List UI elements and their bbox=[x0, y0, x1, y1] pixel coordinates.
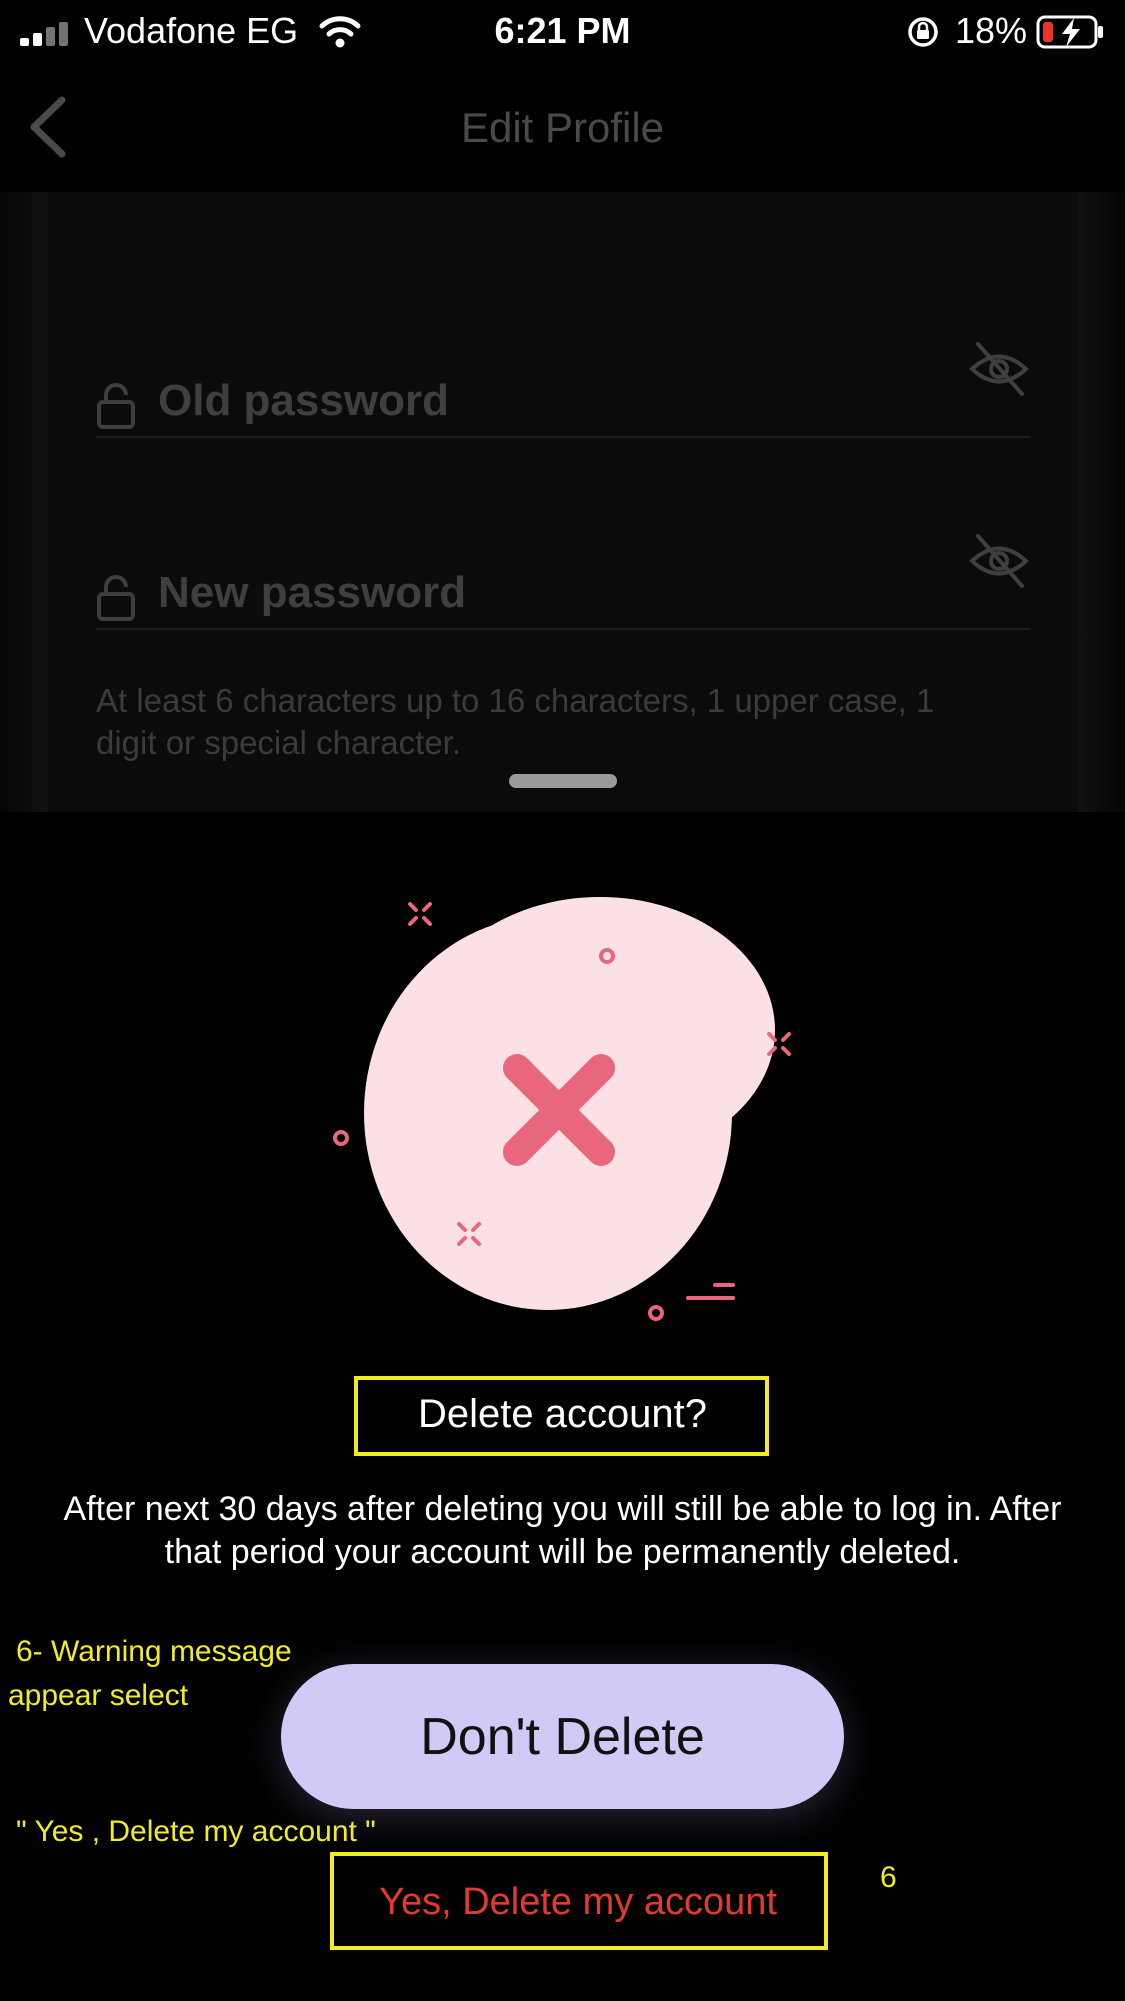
nav-header: Edit Profile bbox=[0, 70, 1125, 190]
page-title: Edit Profile bbox=[460, 104, 665, 151]
eye-off-icon[interactable] bbox=[968, 530, 1030, 592]
dash-decoration bbox=[686, 1283, 735, 1300]
lock-icon bbox=[97, 383, 135, 429]
sheet-drag-handle[interactable] bbox=[509, 774, 617, 788]
battery-percent: 18% bbox=[955, 10, 1028, 51]
eye-off-icon[interactable] bbox=[968, 338, 1030, 400]
battery-charging-icon bbox=[1036, 15, 1103, 49]
annotation-note-line3: " Yes , Delete my account " bbox=[16, 1815, 376, 1848]
old-password-placeholder: Old password bbox=[158, 376, 449, 425]
backdrop-edge bbox=[1078, 192, 1125, 812]
dialog-message: After next 30 days after deleting you wi… bbox=[63, 1490, 1062, 1571]
annotation-note-line2: appear select bbox=[8, 1679, 189, 1712]
old-password-field[interactable]: Old password bbox=[96, 338, 1030, 438]
delete-illustration bbox=[333, 897, 791, 1321]
annotation-step-number: 6 bbox=[880, 1861, 897, 1894]
annotation-note-line1: 6- Warning message bbox=[16, 1635, 292, 1668]
dont-delete-button[interactable]: Don't Delete bbox=[281, 1664, 844, 1809]
new-password-field[interactable]: New password bbox=[96, 530, 1030, 630]
rotation-lock-icon bbox=[908, 17, 938, 47]
new-password-placeholder: New password bbox=[158, 568, 467, 617]
password-hint: At least 6 characters up to 16 character… bbox=[96, 682, 935, 761]
annotation-highlight-title bbox=[354, 1376, 769, 1456]
backdrop-edge bbox=[0, 192, 48, 812]
status-bar: Vodafone EG 6:21 PM 18% bbox=[0, 0, 1125, 64]
lock-icon bbox=[97, 575, 135, 621]
annotation-highlight-yes-button bbox=[330, 1852, 828, 1950]
